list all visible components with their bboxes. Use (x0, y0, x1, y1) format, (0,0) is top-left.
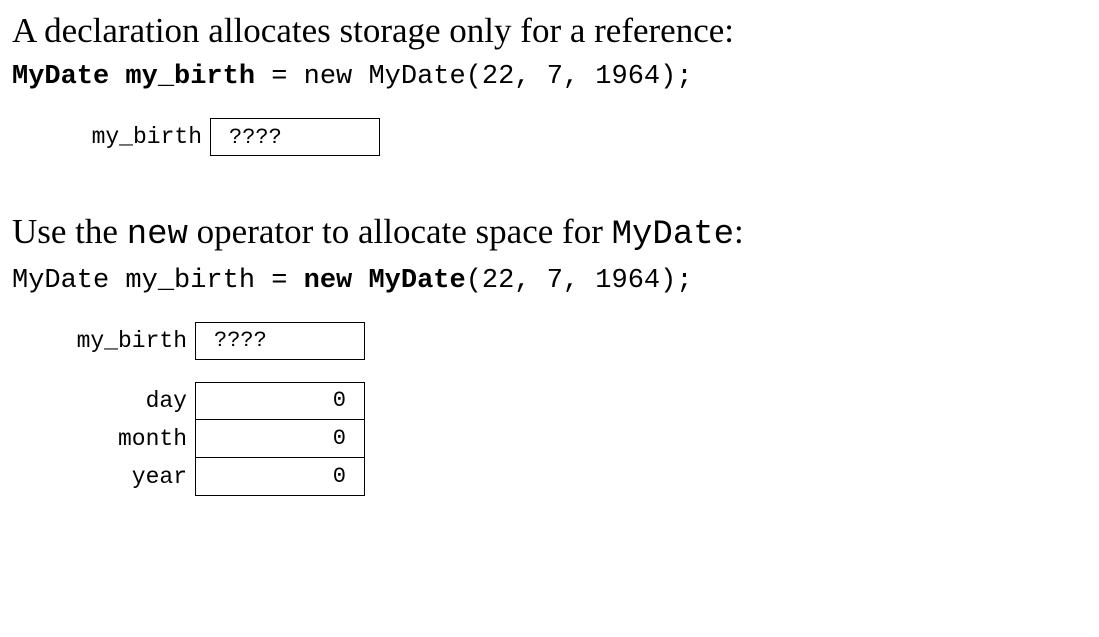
field-row: month 0 (67, 420, 1087, 458)
field-label: year (67, 458, 195, 496)
field-label: day (67, 382, 195, 420)
section1-heading: A declaration allocates storage only for… (12, 10, 1087, 52)
section2-heading: Use the new operator to allocate space f… (12, 211, 1087, 256)
diagram-gap (67, 360, 1087, 382)
heading-end: : (734, 212, 744, 251)
field-row: day 0 (67, 382, 1087, 420)
section1-diagram: my_birth ???? (82, 118, 1087, 156)
code-rest: = new MyDate(22, 7, 1964); (255, 62, 692, 92)
var-value: ???? (229, 125, 282, 150)
field-box: 0 (195, 458, 365, 496)
object-fields: day 0 month 0 year 0 (67, 382, 1087, 496)
var-box: ???? (210, 118, 380, 156)
var-box: ???? (195, 322, 365, 360)
heading-text: A declaration allocates storage only for… (12, 11, 734, 50)
var-label: my_birth (67, 322, 195, 360)
diagram-row: my_birth ???? (82, 118, 1087, 156)
heading-pre: Use the (12, 212, 127, 251)
var-label: my_birth (82, 118, 210, 156)
field-label: month (67, 420, 195, 458)
field-value: 0 (333, 426, 346, 451)
code-pre: MyDate my_birth = (12, 266, 304, 296)
heading-mid: operator to allocate space for (188, 212, 612, 251)
field-row: year 0 (67, 458, 1087, 496)
section2-code: MyDate my_birth = new MyDate(22, 7, 1964… (12, 266, 1087, 296)
field-box: 0 (195, 382, 365, 420)
diagram-row-var: my_birth ???? (67, 322, 1087, 360)
code-bold: new MyDate (304, 266, 466, 296)
field-value: 0 (333, 388, 346, 413)
heading-tt2: MyDate (612, 216, 734, 254)
field-box: 0 (195, 420, 365, 458)
code-bold: MyDate my_birth (12, 62, 255, 92)
heading-tt1: new (127, 216, 188, 254)
field-value: 0 (333, 464, 346, 489)
var-value: ???? (214, 328, 267, 353)
section1-code: MyDate my_birth = new MyDate(22, 7, 1964… (12, 62, 1087, 92)
section2-diagram: my_birth ???? day 0 month 0 year 0 (67, 322, 1087, 496)
code-post: (22, 7, 1964); (466, 266, 693, 296)
